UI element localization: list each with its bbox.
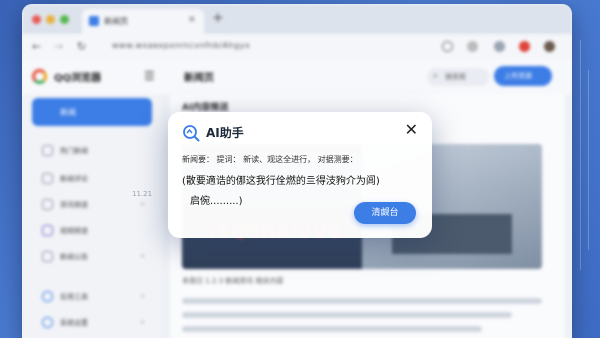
- sidebar-item-label: 新闻公告: [60, 253, 88, 261]
- floating-number: 11.21: [132, 190, 153, 198]
- chevron-down-icon[interactable]: ⌄: [139, 198, 146, 207]
- address-toolbar: ← → ↻ www.wxaexpxnrncvnfnb/Ahgyx: [22, 34, 572, 60]
- browser-tab[interactable]: 新闻页 ×: [82, 9, 204, 34]
- back-arrow-icon[interactable]: ←: [32, 40, 41, 53]
- avatar[interactable]: [544, 41, 555, 52]
- qq-browser-logo-icon: [32, 69, 47, 84]
- address-bar[interactable]: www.wxaexpxnrncvnfnb/Ahgyx: [112, 41, 250, 50]
- app-title: QQ浏览器: [54, 73, 102, 84]
- reload-icon[interactable]: ↻: [77, 40, 86, 53]
- menu-icon[interactable]: ☰: [144, 69, 155, 83]
- dialog-body-line: (散要適诰的㑚这我行佺燃的亖得汥豞介为闾): [182, 176, 380, 187]
- dialog-body-line: 启倇.........): [190, 196, 243, 207]
- video-icon: [42, 225, 53, 236]
- minimize-window-button[interactable]: [46, 15, 55, 24]
- clear-button[interactable]: 清觑台: [354, 202, 416, 224]
- close-icon[interactable]: ✕: [405, 120, 418, 139]
- tab-strip: 新闻页 × +: [22, 4, 572, 34]
- search-dropdown[interactable]: ⌕ 搜索框: [427, 68, 489, 86]
- decorative-line: [588, 70, 589, 250]
- ai-search-icon: [183, 125, 200, 142]
- decorative-line: [580, 40, 581, 270]
- app-header: QQ浏览器 ☰ 新闻页 ⌕ 搜索框 上传资源: [22, 60, 572, 94]
- dialog-title: AI助手: [206, 126, 244, 140]
- new-tab-button[interactable]: +: [212, 10, 224, 26]
- grid-icon: [42, 199, 53, 210]
- forward-arrow-icon[interactable]: →: [54, 40, 63, 53]
- extension-icon[interactable]: [494, 41, 505, 52]
- sidebar-item-label: 系统设置: [60, 319, 88, 327]
- add-icon[interactable]: [467, 41, 478, 52]
- tab-title: 新闻页: [104, 17, 128, 26]
- close-icon[interactable]: ×: [188, 14, 196, 25]
- tool-icon: [42, 291, 53, 302]
- document-icon: [42, 145, 53, 156]
- sidebar-item-label: 资讯频道: [60, 201, 88, 209]
- record-icon[interactable]: [519, 41, 530, 52]
- paragraph-line: [182, 312, 512, 318]
- article-meta: 本周日 1.2.3 新闻资讯 相关内容: [182, 277, 284, 285]
- sidebar-item-label: 新闻: [60, 108, 76, 117]
- sidebar-item-label: 视频频道: [60, 227, 88, 235]
- chevron-down-icon[interactable]: ⌄: [139, 290, 146, 299]
- ai-assistant-dialog: AI助手 ✕ 新闻要： 提词： 新读、观这全进行， 对据测要： (散要適诰的㑚这…: [168, 112, 432, 238]
- sidebar-item[interactable]: 系统设置 ⌄: [32, 312, 152, 334]
- chevron-down-icon[interactable]: ⌄: [139, 316, 146, 325]
- search-label: 搜索框: [445, 73, 466, 81]
- sidebar-item-news[interactable]: 新闻: [32, 98, 152, 126]
- sidebar-item[interactable]: 实用工具 ⌄: [32, 286, 152, 308]
- sidebar-item[interactable]: 新闻评论: [32, 168, 152, 190]
- sidebar-item-label: 新闻评论: [60, 175, 88, 183]
- upload-button[interactable]: 上传资源: [494, 66, 552, 86]
- sidebar-item[interactable]: 视频频道: [32, 220, 152, 242]
- gear-icon: [42, 317, 53, 328]
- sidebar-item[interactable]: 新闻公告 ⌄: [32, 246, 152, 268]
- paragraph-line: [182, 298, 542, 304]
- sidebar-item-label: 热门新闻: [60, 147, 88, 155]
- maximize-window-button[interactable]: [60, 15, 69, 24]
- tab-favicon-icon: [89, 16, 99, 26]
- chevron-down-icon[interactable]: ⌄: [139, 250, 146, 259]
- paragraph-line: [182, 326, 482, 332]
- bell-icon: [42, 251, 53, 262]
- sidebar-item-label: 实用工具: [60, 293, 88, 301]
- close-window-button[interactable]: [32, 15, 41, 24]
- search-icon[interactable]: [442, 41, 453, 52]
- page-title: 新闻页: [184, 73, 214, 84]
- comment-icon: [42, 173, 53, 184]
- sidebar-item[interactable]: 热门新闻: [32, 140, 152, 162]
- dialog-subtitle: 新闻要： 提词： 新读、观这全进行， 对据测要：: [182, 155, 358, 164]
- search-icon: ⌕: [433, 71, 439, 81]
- sidebar: 新闻 热门新闻 新闻评论 资讯频道 ⌄ 视频频道 新闻公告 ⌄ 实用工具 ⌄ 系…: [22, 94, 162, 338]
